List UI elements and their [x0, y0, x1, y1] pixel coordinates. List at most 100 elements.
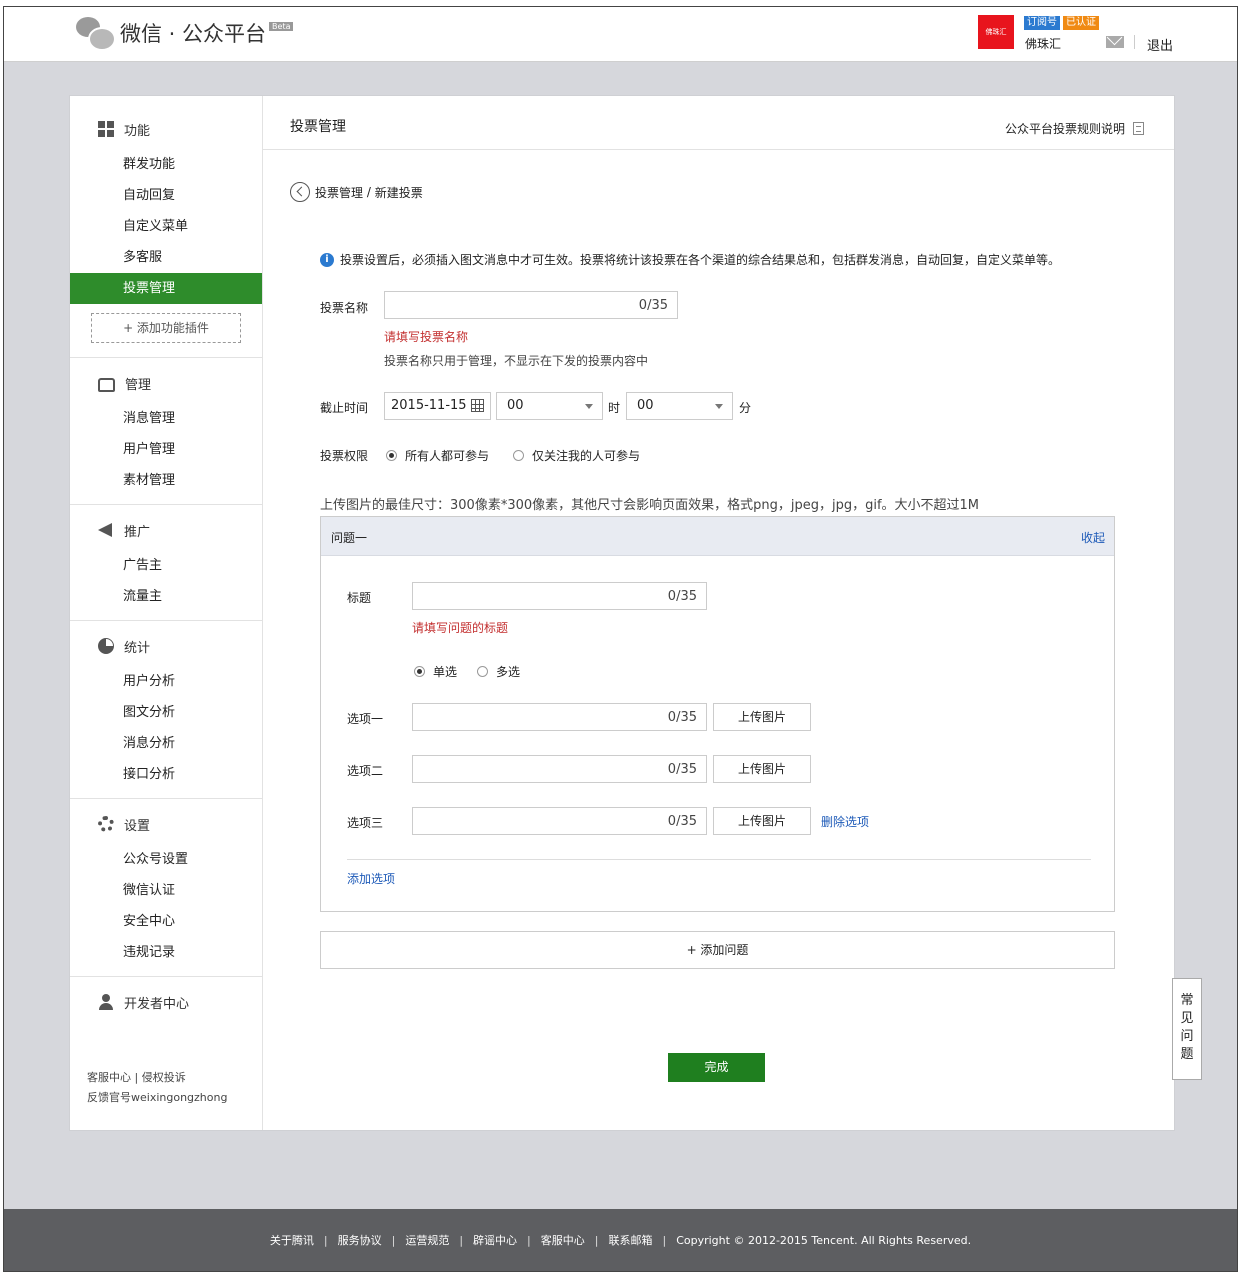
sidebar-item-custom-menu[interactable]: 自定义菜单 [70, 211, 262, 242]
question-header: 问题一 收起 [321, 517, 1114, 556]
sidebar-item-account-settings[interactable]: 公众号设置 [70, 844, 262, 875]
deadline-hour-select[interactable]: 00 [496, 392, 603, 420]
notice: i 投票设置后，必须插入图文消息中才可生效。投票将统计该投票在各个渠道的综合结果… [320, 251, 1060, 268]
add-plugin-button[interactable]: + 添加功能插件 [91, 313, 241, 343]
option-2-input[interactable]: 0/35 [412, 755, 707, 783]
sidebar-item-verification[interactable]: 微信认证 [70, 875, 262, 906]
hour-unit: 时 [608, 401, 621, 415]
question-title: 问题一 [331, 531, 368, 545]
question-title-input[interactable]: 0/35 [412, 582, 707, 610]
sidebar-item-api-analysis[interactable]: 接口分析 [70, 759, 262, 790]
option-1-input[interactable]: 0/35 [412, 703, 707, 731]
option-2-upload-button[interactable]: 上传图片 [713, 755, 811, 783]
add-question-button[interactable]: + 添加问题 [320, 931, 1115, 969]
deadline-minute-select[interactable]: 00 [626, 392, 733, 420]
logout-link[interactable]: 退出 [1147, 35, 1173, 54]
footer: 关于腾讯 | 服务协议 | 运营规范 | 辟谣中心 | 客服中心 | 联系邮箱 | Copy… [4, 1209, 1237, 1271]
sidebar-item-user-analysis[interactable]: 用户分析 [70, 666, 262, 697]
sidebar-section-statistics: 统计 用户分析 图文分析 消息分析 接口分析 [70, 621, 262, 799]
footer-link-rules[interactable]: 运营规范 [405, 1232, 449, 1248]
breadcrumb-separator: / [363, 185, 375, 199]
sidebar-item-security[interactable]: 安全中心 [70, 906, 262, 937]
page-title: 投票管理 [290, 119, 346, 135]
top-bar: 微信 · 公众平台 Beta 佛珠汇 订阅号 已认证 佛珠汇 退出 [4, 7, 1237, 62]
account-avatar[interactable]: 佛珠汇 [978, 15, 1014, 49]
sidebar-item-mass-send[interactable]: 群发功能 [70, 149, 262, 180]
chevron-down-icon [585, 404, 593, 409]
done-button[interactable]: 完成 [668, 1053, 765, 1082]
deadline-date-picker[interactable]: 2015-11-15 [384, 392, 491, 420]
vote-name-input[interactable]: 0/35 [384, 291, 678, 319]
sidebar-footer: 客服中心 | 侵权投诉 反馈官号weixingongzhong [87, 1068, 227, 1108]
main-panel: 投票管理 公众平台投票规则说明 投票管理 / 新建投票 i 投票设置后，必须插入… [263, 96, 1174, 1130]
footer-link-rumor-center[interactable]: 辟谣中心 [473, 1232, 517, 1248]
multi-choice-radio[interactable]: 多选 [477, 663, 520, 680]
option-3-upload-button[interactable]: 上传图片 [713, 807, 811, 835]
calendar-icon [471, 399, 484, 412]
mail-icon[interactable] [1106, 36, 1124, 48]
permission-label: 投票权限 [320, 449, 369, 463]
footer-link-contact[interactable]: 联系邮箱 [608, 1232, 652, 1248]
logo[interactable]: 微信 · 公众平台 Beta [74, 15, 294, 51]
sidebar-section-management: 管理 消息管理 用户管理 素材管理 [70, 358, 262, 505]
sidebar-section-title: 推广 [70, 519, 262, 541]
sidebar-section-developer: 开发者中心 [70, 977, 262, 1030]
logo-text: 微信 · 公众平台 [120, 22, 267, 46]
footer-copyright: Copyright © 2012-2015 Tencent. All Right… [676, 1233, 972, 1247]
sidebar-item-materials[interactable]: 素材管理 [70, 465, 262, 496]
sidebar-item-users[interactable]: 用户管理 [70, 434, 262, 465]
question-title-error: 请填写问题的标题 [412, 621, 509, 635]
add-option-link[interactable]: 添加选项 [347, 870, 395, 887]
divider [347, 859, 1091, 860]
sidebar-footer-links[interactable]: 客服中心 | 侵权投诉 [87, 1068, 227, 1088]
permission-followers-radio[interactable]: 仅关注我的人可参与 [513, 447, 640, 464]
sidebar-item-developer-center[interactable]: 开发者中心 [70, 991, 262, 1013]
permission-all-radio[interactable]: 所有人都可参与 [386, 447, 489, 464]
footer-link-about[interactable]: 关于腾讯 [270, 1232, 314, 1248]
sidebar-section-promotion: 推广 广告主 流量主 [70, 505, 262, 621]
page-frame: 微信 · 公众平台 Beta 佛珠汇 订阅号 已认证 佛珠汇 退出 功能 群发功… [3, 6, 1238, 1272]
vote-name-error: 请填写投票名称 [384, 330, 469, 344]
sidebar-section-title: 管理 [70, 372, 262, 394]
wechat-logo-icon [74, 15, 116, 51]
collapse-link[interactable]: 收起 [1081, 529, 1105, 546]
single-choice-radio[interactable]: 单选 [414, 663, 457, 680]
vote-name-label: 投票名称 [320, 301, 369, 315]
main-header: 投票管理 公众平台投票规则说明 [263, 96, 1174, 150]
info-icon: i [320, 252, 334, 267]
sidebar-item-messages[interactable]: 消息管理 [70, 403, 262, 434]
breadcrumb-parent[interactable]: 投票管理 [315, 184, 363, 201]
sidebar-item-vote-management[interactable]: 投票管理 [70, 273, 262, 304]
sidebar-section-features: 功能 群发功能 自动回复 自定义菜单 多客服 投票管理 + 添加功能插件 [70, 96, 262, 358]
char-count: 0/35 [667, 710, 697, 725]
option-1-upload-button[interactable]: 上传图片 [713, 703, 811, 731]
vote-rules-link[interactable]: 公众平台投票规则说明 [1005, 120, 1144, 137]
back-arrow-icon[interactable] [290, 182, 310, 202]
sidebar-item-publisher[interactable]: 流量主 [70, 581, 262, 612]
footer-link-terms[interactable]: 服务协议 [338, 1232, 382, 1248]
delete-option-link[interactable]: 删除选项 [821, 813, 869, 830]
sidebar-item-auto-reply[interactable]: 自动回复 [70, 180, 262, 211]
deadline-label: 截止时间 [320, 401, 369, 415]
sidebar-item-message-analysis[interactable]: 消息分析 [70, 728, 262, 759]
faq-tab[interactable]: 常见问题 [1172, 978, 1202, 1080]
option-label: 选项二 [347, 764, 384, 778]
option-3-input[interactable]: 0/35 [412, 807, 707, 835]
sidebar-item-customer-service[interactable]: 多客服 [70, 242, 262, 273]
sidebar-item-advertiser[interactable]: 广告主 [70, 550, 262, 581]
gear-icon [98, 816, 114, 832]
subscription-badge: 订阅号 [1024, 16, 1060, 30]
upload-size-hint: 上传图片的最佳尺寸：300像素*300像素，其他尺寸会影响页面效果，格式png，… [320, 498, 980, 513]
chevron-down-icon [715, 404, 723, 409]
megaphone-icon [98, 523, 112, 537]
sidebar-item-article-analysis[interactable]: 图文分析 [70, 697, 262, 728]
content-container: 功能 群发功能 自动回复 自定义菜单 多客服 投票管理 + 添加功能插件 管理 … [69, 95, 1175, 1131]
char-count: 0/35 [667, 762, 697, 777]
sidebar-item-violations[interactable]: 违规记录 [70, 937, 262, 968]
pie-chart-icon [98, 638, 114, 654]
footer-link-service-center[interactable]: 客服中心 [541, 1232, 585, 1248]
breadcrumb-current: 新建投票 [374, 185, 423, 200]
account-name[interactable]: 佛珠汇 [1025, 35, 1061, 52]
char-count: 0/35 [638, 298, 668, 313]
divider [1134, 35, 1135, 49]
